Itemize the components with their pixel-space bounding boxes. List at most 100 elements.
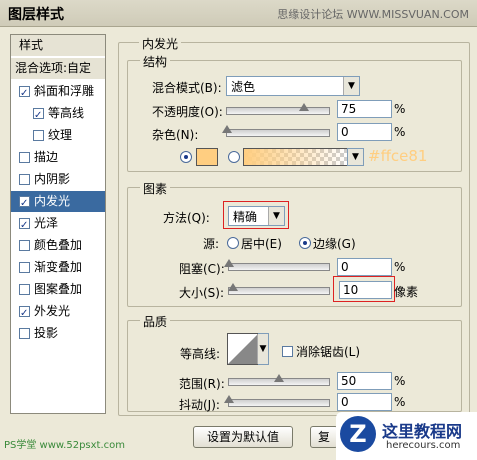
sidebar-item[interactable]: 渐变叠加 [11,257,105,278]
sidebar-item-label: 投影 [34,326,59,340]
reset-default-button[interactable]: 复 [310,426,338,448]
color-hex-label: #ffce81 [368,147,428,165]
jitter-unit: % [394,395,406,409]
sidebar-item[interactable]: 等高线 [11,103,105,126]
solid-color-radio[interactable] [180,151,192,163]
watermark: 思缘设计论坛 WWW.MISSVUAN.COM [277,8,469,21]
sidebar-item-checkbox[interactable] [19,174,30,185]
set-default-button[interactable]: 设置为默认值 [193,426,293,448]
elements-title: 图素 [140,180,171,197]
range-slider-thumb[interactable] [274,374,284,382]
sidebar-item-label: 描边 [34,150,59,164]
sidebar-item-checkbox[interactable] [19,83,30,104]
brand-url: herecours.com [386,440,461,451]
choke-unit: % [394,260,406,274]
sidebar-item-checkbox[interactable] [19,152,30,163]
range-slider[interactable] [228,374,330,386]
sidebar-item-checkbox[interactable] [19,240,30,251]
jitter-slider[interactable] [224,395,330,407]
source-center-label: 居中(E) [241,237,282,251]
sidebar-item[interactable]: 图案叠加 [11,279,105,300]
sidebar-item-checkbox[interactable] [19,284,30,295]
sidebar-item-label: 颜色叠加 [34,238,83,252]
noise-slider-thumb[interactable] [222,125,232,133]
sidebar-item[interactable]: 外发光 [11,301,105,324]
sidebar-item[interactable]: 投影 [11,323,105,344]
choke-slider[interactable] [224,259,330,271]
sidebar-item[interactable]: 颜色叠加 [11,235,105,256]
contour-curve-icon [228,334,258,364]
gradient-radio[interactable] [228,151,240,163]
size-slider[interactable] [228,283,330,295]
opacity-slider-thumb[interactable] [298,103,309,111]
sidebar-item-checkbox[interactable] [19,193,30,214]
sidebar-item[interactable]: 光泽 [11,213,105,236]
sidebar-item-checkbox[interactable] [33,105,44,126]
sidebar-item-label: 光泽 [34,216,59,230]
sidebar-item-checkbox[interactable] [19,328,30,339]
source-center-radio[interactable] [227,237,239,249]
choke-slider-thumb[interactable] [224,259,234,267]
jitter-input[interactable]: 0 [337,393,392,411]
jitter-label: 抖动(J): [179,398,220,412]
glow-color-swatch[interactable] [196,148,218,166]
sidebar-item-label: 等高线 [48,106,85,120]
blend-mode-label: 混合模式(B): [152,81,222,95]
sidebar-item-checkbox[interactable] [19,303,30,324]
brand-logo-icon: Z [340,416,376,452]
sidebar-item-label: 斜面和浮雕 [34,84,95,98]
blend-mode-select[interactable]: 滤色 ▼ [226,76,360,96]
opacity-unit: % [394,102,406,116]
contour-preview[interactable] [227,333,259,365]
contour-dropdown[interactable]: ▼ [257,333,269,365]
brand-badge: Z 这里教程网 herecours.com [336,412,477,460]
sidebar-item-checkbox[interactable] [19,262,30,273]
sidebar-item[interactable]: 纹理 [11,125,105,146]
opacity-input[interactable]: 75 [337,100,392,118]
source-label: 源: [203,237,220,251]
range-unit: % [394,374,406,388]
sidebar-item-label: 纹理 [48,128,73,142]
chevron-down-icon: ▼ [343,77,359,95]
range-input[interactable]: 50 [337,372,392,390]
sidebar-item-label: 图案叠加 [34,282,83,296]
range-label: 范围(R): [179,377,225,391]
quality-title: 品质 [140,313,171,330]
sidebar-blend-options[interactable]: 混合选项:自定 [11,58,105,79]
sidebar-item[interactable]: 斜面和浮雕 [11,81,105,104]
chevron-down-icon: ▼ [348,149,363,165]
sidebar-item-label: 外发光 [34,304,71,318]
size-label: 大小(S): [179,286,225,300]
contour-label: 等高线: [180,347,221,361]
sidebar-item-checkbox[interactable] [19,215,30,236]
brand-name: 这里教程网 [382,422,463,441]
antialias-checkbox[interactable] [282,346,293,357]
sidebar-item-checkbox[interactable] [33,130,44,141]
sidebar-item-label: 内发光 [34,194,71,208]
style-sidebar: 样式 混合选项:自定 斜面和浮雕等高线纹理描边内阴影内发光光泽颜色叠加渐变叠加图… [10,34,106,414]
gradient-preview[interactable] [243,148,349,166]
window-title: 图层样式 [8,7,64,23]
opacity-label: 不透明度(O): [152,105,223,119]
size-unit: 像素 [394,285,419,299]
gradient-dropdown[interactable]: ▼ [347,148,364,166]
noise-label: 杂色(N): [152,128,199,142]
sidebar-style-header[interactable]: 样式 [11,35,105,56]
sidebar-item[interactable]: 内发光 [11,191,105,214]
sidebar-item[interactable]: 内阴影 [11,169,105,190]
choke-label: 阻塞(C): [179,262,225,276]
title-bar: 图层样式 思缘设计论坛 WWW.MISSVUAN.COM [0,0,477,27]
sidebar-item[interactable]: 描边 [11,147,105,168]
chevron-down-icon: ▼ [257,334,268,364]
noise-slider[interactable] [222,125,330,137]
size-slider-thumb[interactable] [228,283,238,291]
highlight-box [333,276,395,302]
opacity-slider[interactable] [226,103,330,115]
source-edge-radio[interactable] [299,237,311,249]
panel-title: 内发光 [139,35,182,52]
choke-input[interactable]: 0 [337,258,392,276]
jitter-slider-thumb[interactable] [224,395,234,403]
sidebar-item-label: 渐变叠加 [34,260,83,274]
noise-input[interactable]: 0 [337,123,392,141]
technique-label: 方法(Q): [163,211,210,225]
